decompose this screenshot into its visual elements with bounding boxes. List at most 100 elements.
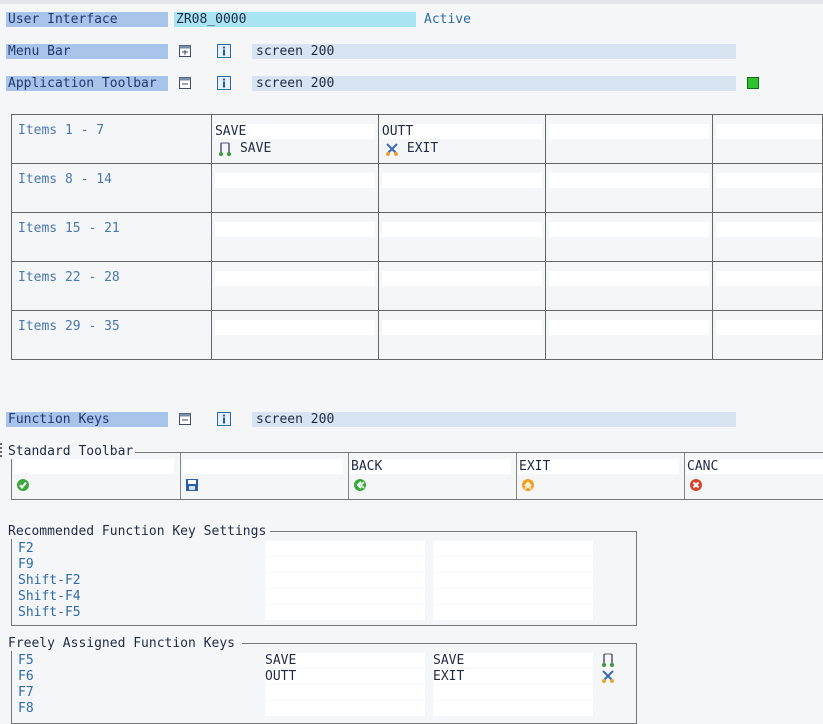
item-cell[interactable] bbox=[711, 212, 823, 262]
fkey-label: F9 bbox=[18, 557, 34, 572]
item-cell[interactable] bbox=[544, 114, 713, 164]
group-border-top bbox=[242, 643, 636, 644]
item-cell[interactable] bbox=[377, 261, 546, 311]
item-cell[interactable] bbox=[210, 261, 379, 311]
fkey-label: F8 bbox=[18, 701, 34, 716]
fkey-code-input[interactable] bbox=[265, 589, 425, 604]
fkey-code-input[interactable] bbox=[265, 605, 425, 620]
fkey-code-input[interactable] bbox=[265, 557, 425, 572]
info-icon[interactable] bbox=[217, 76, 231, 90]
item-text: EXIT bbox=[385, 141, 438, 156]
fkey-text-input[interactable] bbox=[433, 541, 593, 556]
toolbar-cell[interactable]: EXIT bbox=[516, 453, 685, 499]
toolbar-code[interactable]: CANC bbox=[687, 459, 823, 474]
floppy-save-icon bbox=[186, 479, 198, 491]
toolbar-cell[interactable]: CANC bbox=[684, 453, 823, 499]
item-cell[interactable] bbox=[544, 261, 713, 311]
item-cell[interactable]: OUTT EXIT bbox=[377, 114, 546, 164]
fkey-label: F2 bbox=[18, 541, 34, 556]
items-grid: Items 1 - 7 SAVE SAVE OUTT EXIT Items 8 … bbox=[11, 114, 823, 360]
save-icon bbox=[218, 142, 231, 156]
fkey-label: F7 bbox=[18, 685, 34, 700]
fkey-code-input[interactable] bbox=[265, 573, 425, 588]
active-indicator bbox=[747, 77, 759, 89]
fkey-text-input[interactable]: SAVE bbox=[433, 653, 593, 668]
item-label: SAVE bbox=[239, 141, 272, 156]
status-text: Active bbox=[424, 12, 471, 27]
item-label: EXIT bbox=[406, 141, 439, 156]
table-row: Items 15 - 21 bbox=[11, 212, 823, 262]
fkey-code-input[interactable] bbox=[265, 541, 425, 556]
item-cell[interactable]: SAVE SAVE bbox=[210, 114, 379, 164]
exit-icon[interactable] bbox=[601, 669, 615, 683]
items-row-label: Items 29 - 35 bbox=[11, 310, 212, 360]
display-structure-icon[interactable] bbox=[178, 44, 192, 58]
table-row: Items 29 - 35 bbox=[11, 310, 823, 360]
exit-icon bbox=[385, 142, 398, 156]
back-icon bbox=[354, 479, 366, 491]
info-icon[interactable] bbox=[217, 44, 231, 58]
save-icon[interactable] bbox=[601, 653, 615, 667]
fkey-label: F5 bbox=[18, 653, 34, 668]
item-cell[interactable] bbox=[377, 163, 546, 213]
check-icon bbox=[17, 479, 29, 491]
app-toolbar-label: Application Toolbar bbox=[6, 76, 168, 91]
display-structure-icon[interactable] bbox=[178, 76, 192, 90]
exit-up-icon bbox=[522, 479, 534, 491]
cancel-icon bbox=[690, 479, 702, 491]
toolbar-cell[interactable] bbox=[180, 453, 349, 499]
item-cell[interactable] bbox=[711, 310, 823, 360]
fkey-code-input[interactable]: OUTT bbox=[265, 669, 425, 684]
splitter-handle[interactable] bbox=[0, 443, 4, 457]
toolbar-code[interactable]: EXIT bbox=[519, 459, 679, 474]
function-keys-label: Function Keys bbox=[6, 412, 168, 427]
toolbar-code[interactable] bbox=[183, 459, 343, 474]
item-cell[interactable] bbox=[210, 212, 379, 262]
standard-toolbar-title: Standard Toolbar bbox=[8, 444, 136, 459]
freely-assigned-group: F5 F6 F7 F8 SAVE OUTT SAVE EXIT bbox=[11, 643, 637, 724]
user-interface-field[interactable]: ZR08_0000 bbox=[174, 12, 416, 27]
item-cell[interactable] bbox=[711, 163, 823, 213]
item-code[interactable]: SAVE bbox=[214, 124, 375, 139]
item-cell[interactable] bbox=[210, 163, 379, 213]
freely-assigned-title: Freely Assigned Function Keys bbox=[8, 636, 237, 651]
app-toolbar-field[interactable]: screen 200 bbox=[252, 76, 736, 91]
fkey-text-input[interactable] bbox=[433, 557, 593, 572]
item-cell[interactable] bbox=[377, 212, 546, 262]
item-text: SAVE bbox=[218, 141, 271, 156]
table-row: Items 1 - 7 SAVE SAVE OUTT EXIT bbox=[11, 114, 823, 164]
fkey-text-input[interactable] bbox=[433, 605, 593, 620]
recommended-group: F2 F9 Shift-F2 Shift-F4 Shift-F5 bbox=[11, 531, 637, 626]
fkey-code-input[interactable] bbox=[265, 685, 425, 700]
item-cell[interactable] bbox=[544, 212, 713, 262]
items-row-label: Items 15 - 21 bbox=[11, 212, 212, 262]
info-icon[interactable] bbox=[217, 412, 231, 426]
menu-bar-label: Menu Bar bbox=[6, 44, 168, 59]
item-cell[interactable] bbox=[711, 261, 823, 311]
display-structure-icon[interactable] bbox=[178, 412, 192, 426]
fkey-code-input[interactable]: SAVE bbox=[265, 653, 425, 668]
toolbar-cell[interactable]: BACK bbox=[348, 453, 517, 499]
recommended-title: Recommended Function Key Settings bbox=[8, 524, 269, 539]
user-interface-label: User Interface bbox=[6, 12, 168, 27]
item-code[interactable]: OUTT bbox=[381, 124, 542, 139]
toolbar-code[interactable]: BACK bbox=[351, 459, 511, 474]
item-cell[interactable] bbox=[210, 310, 379, 360]
standard-toolbar-group: BACK EXIT CANC bbox=[11, 452, 823, 500]
function-keys-field[interactable]: screen 200 bbox=[252, 412, 736, 427]
toolbar-cell[interactable] bbox=[12, 453, 180, 499]
table-row: Items 8 - 14 bbox=[11, 163, 823, 213]
fkey-text-input[interactable]: EXIT bbox=[433, 669, 593, 684]
table-row: Items 22 - 28 bbox=[11, 261, 823, 311]
item-cell[interactable] bbox=[711, 114, 823, 164]
menu-bar-field[interactable]: screen 200 bbox=[252, 44, 736, 59]
item-cell[interactable] bbox=[544, 163, 713, 213]
fkey-text-input[interactable] bbox=[433, 573, 593, 588]
item-cell[interactable] bbox=[377, 310, 546, 360]
toolbar-code[interactable] bbox=[14, 459, 174, 474]
item-cell[interactable] bbox=[544, 310, 713, 360]
fkey-label: Shift-F4 bbox=[18, 589, 81, 604]
fkey-text-input[interactable] bbox=[433, 685, 593, 700]
items-row-label: Items 1 - 7 bbox=[11, 114, 212, 164]
fkey-text-input[interactable] bbox=[433, 589, 593, 604]
